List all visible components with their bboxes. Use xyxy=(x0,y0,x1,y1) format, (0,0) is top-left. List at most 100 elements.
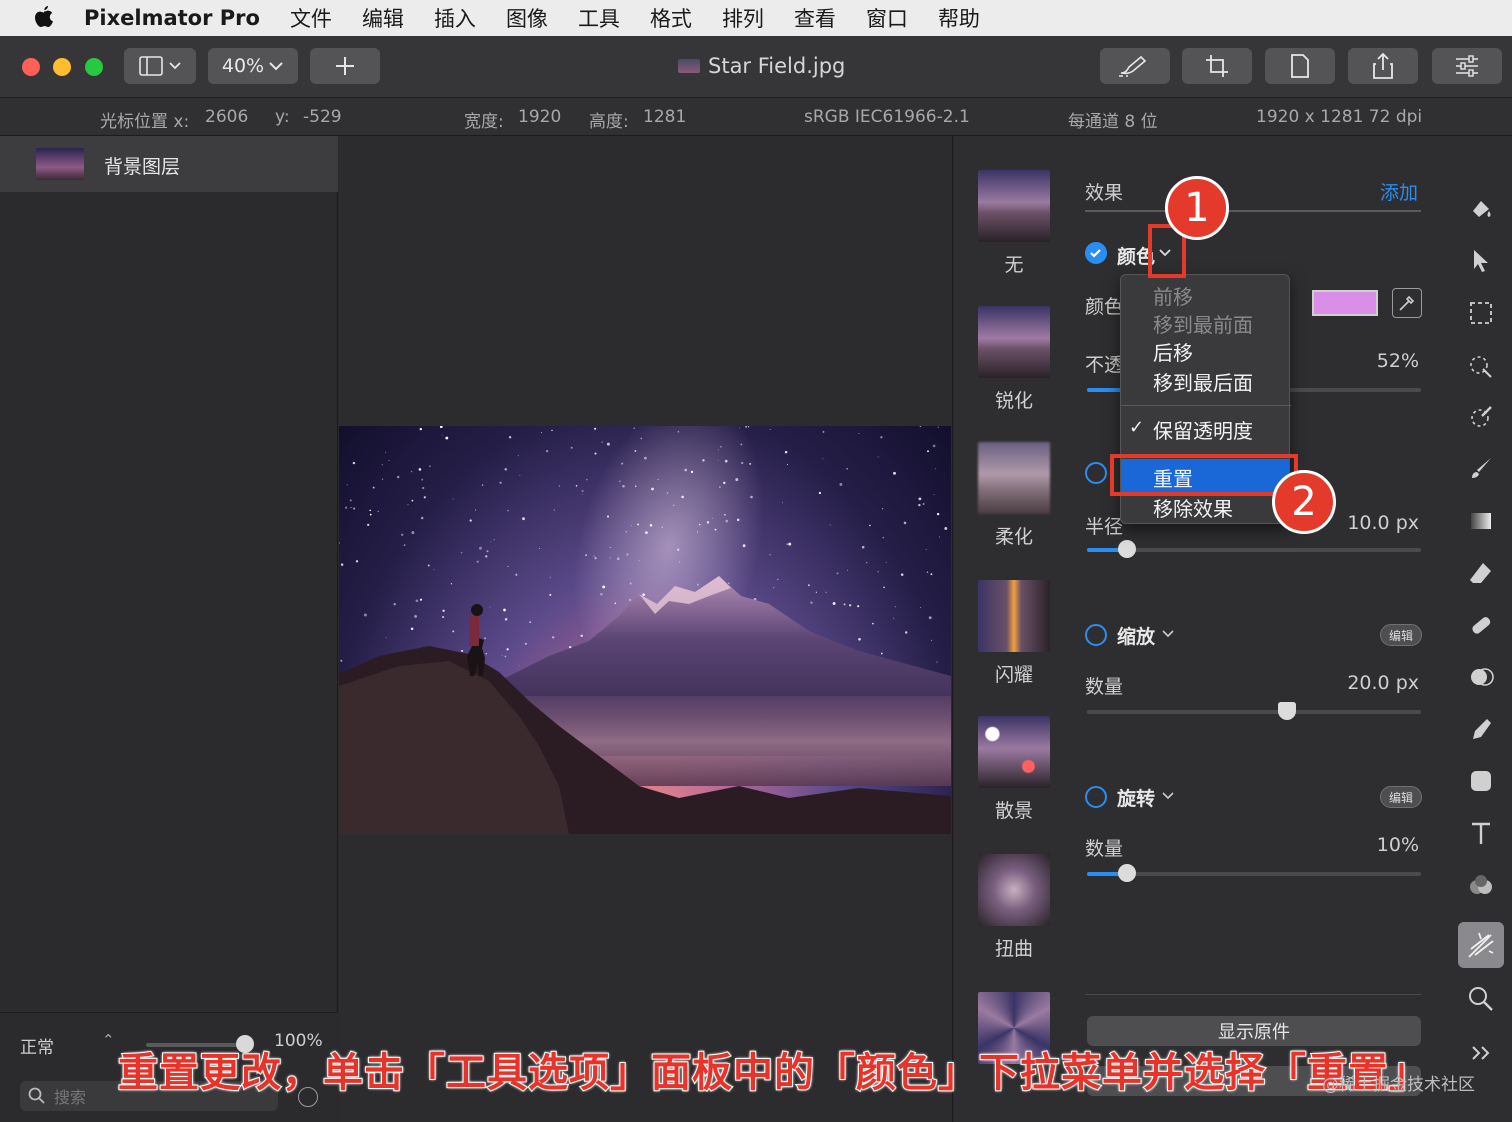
arrange-tool[interactable] xyxy=(1462,242,1500,280)
star-dot xyxy=(350,507,352,509)
zoom-effect-checkbox[interactable] xyxy=(1085,624,1107,646)
zoom-window-button[interactable] xyxy=(85,58,103,76)
share-button[interactable] xyxy=(1348,48,1418,84)
rotate-effect-checkbox[interactable] xyxy=(1085,786,1107,808)
zoom-amount-slider[interactable] xyxy=(1087,702,1421,720)
menu-item-bring-to-front: 移到最前面 xyxy=(1153,313,1253,337)
paint-tool[interactable] xyxy=(1462,450,1500,488)
width-label: 宽度: xyxy=(464,112,504,132)
plus-icon xyxy=(336,57,354,75)
rotate-amount-value: 10% xyxy=(1376,834,1419,856)
add-effect-button[interactable]: 添加 xyxy=(1380,178,1418,205)
menu-help[interactable]: 帮助 xyxy=(938,3,980,33)
chevron-down-icon[interactable] xyxy=(1162,630,1174,638)
star-dot xyxy=(741,461,744,465)
star-dot xyxy=(740,443,743,446)
effect-thumb-distort[interactable] xyxy=(978,854,1050,926)
radius-slider-knob[interactable] xyxy=(1118,540,1137,558)
magic-selection-tool[interactable] xyxy=(1462,346,1500,384)
quick-selection-tool[interactable] xyxy=(1462,398,1500,436)
rotate-effect-name[interactable]: 旋转 xyxy=(1117,784,1155,811)
magnifier-icon xyxy=(1469,987,1493,1011)
effect-thumb-soften[interactable] xyxy=(978,442,1050,514)
rotate-amount-slider[interactable] xyxy=(1087,864,1421,882)
star-dot xyxy=(829,524,831,526)
menu-format[interactable]: 格式 xyxy=(650,3,692,33)
canvas-area[interactable] xyxy=(339,136,953,1122)
document-button[interactable] xyxy=(1265,48,1335,84)
star-dot xyxy=(698,523,701,526)
retouch-tool[interactable] xyxy=(1462,606,1500,644)
erase-tool[interactable] xyxy=(1462,554,1500,592)
soften-effect-checkbox[interactable] xyxy=(1085,462,1107,484)
add-button[interactable] xyxy=(310,48,380,84)
star-dot xyxy=(369,513,372,516)
more-tools-button[interactable] xyxy=(1462,1034,1500,1072)
blend-mode-select[interactable]: 正常 xyxy=(20,1033,54,1058)
color-blend-tool[interactable] xyxy=(1462,866,1500,904)
menu-item-remove-effect[interactable]: 移除效果 xyxy=(1153,493,1233,522)
search-placeholder: 搜索 xyxy=(54,1088,87,1107)
style-tool[interactable] xyxy=(1462,190,1500,228)
zoom-select[interactable]: 40% xyxy=(208,48,298,84)
star-dot xyxy=(723,481,726,485)
effect-thumb-sharpen[interactable] xyxy=(978,306,1050,378)
menu-image[interactable]: 图像 xyxy=(506,3,548,33)
menu-edit[interactable]: 编辑 xyxy=(362,3,404,33)
menu-tools[interactable]: 工具 xyxy=(578,3,620,33)
color-adjust-tool[interactable] xyxy=(1462,658,1500,696)
close-window-button[interactable] xyxy=(22,58,40,76)
style-tool-button[interactable] xyxy=(1100,48,1170,84)
effects-tool[interactable] xyxy=(1458,922,1504,968)
rotate-edit-button[interactable]: 编辑 xyxy=(1380,786,1422,808)
effect-thumb-bokeh[interactable] xyxy=(978,716,1050,788)
effect-thumb-none[interactable] xyxy=(978,170,1050,242)
adjust-settings-button[interactable] xyxy=(1432,48,1502,84)
menu-item-send-to-back[interactable]: 移到最后面 xyxy=(1153,367,1253,396)
menu-arrange[interactable]: 排列 xyxy=(722,3,764,33)
rotate-amount-knob[interactable] xyxy=(1118,864,1137,882)
cursor-x-label: 光标位置 x: xyxy=(100,112,190,132)
minimize-window-button[interactable] xyxy=(53,58,71,76)
type-tool[interactable] xyxy=(1462,814,1500,852)
sidebar-icon xyxy=(139,56,181,76)
effect-thumb-glow[interactable] xyxy=(978,580,1050,652)
sidebar-toggle-button[interactable] xyxy=(124,48,196,84)
menu-insert[interactable]: 插入 xyxy=(434,3,476,33)
zoom-edit-button[interactable]: 编辑 xyxy=(1380,624,1422,646)
menu-window[interactable]: 窗口 xyxy=(866,3,908,33)
apple-icon[interactable] xyxy=(26,0,62,36)
magic-wand-icon xyxy=(1470,356,1492,378)
zoom-amount-knob[interactable] xyxy=(1278,702,1297,720)
star-dot xyxy=(622,485,625,488)
menu-item-preserve-transparency[interactable]: 保留透明度 xyxy=(1153,415,1253,444)
color-effect-checkbox[interactable] xyxy=(1085,242,1107,264)
gradient-tool[interactable] xyxy=(1462,502,1500,540)
menu-file[interactable]: 文件 xyxy=(290,3,332,33)
selection-tool[interactable] xyxy=(1462,294,1500,332)
blend-mode-stepper-icon[interactable]: ⌃ xyxy=(102,1031,115,1049)
radius-slider[interactable] xyxy=(1087,540,1421,558)
shape-tool[interactable] xyxy=(1462,762,1500,800)
pen-tool[interactable] xyxy=(1462,710,1500,748)
photo-artwork xyxy=(339,426,951,834)
color-swatch[interactable] xyxy=(1312,290,1378,316)
chevron-down-icon[interactable] xyxy=(1162,792,1174,800)
zoom-effect-name[interactable]: 缩放 xyxy=(1117,622,1155,649)
eyedropper-button[interactable] xyxy=(1392,288,1422,318)
star-dot xyxy=(677,431,680,433)
star-dot xyxy=(442,609,445,613)
star-dot xyxy=(925,549,927,550)
star-dot xyxy=(344,506,348,509)
crop-button[interactable] xyxy=(1182,48,1252,84)
star-dot xyxy=(661,526,663,528)
layer-row[interactable]: 背景图层 xyxy=(0,136,338,192)
menu-view[interactable]: 查看 xyxy=(794,3,836,33)
zoom-tool[interactable] xyxy=(1462,980,1500,1018)
star-dot xyxy=(849,604,852,607)
menu-item-move-backward[interactable]: 后移 xyxy=(1153,337,1193,366)
star-dot xyxy=(363,613,367,617)
star-dot xyxy=(836,572,839,575)
effects-sparkle-icon xyxy=(1468,932,1494,958)
app-menu[interactable]: Pixelmator Pro xyxy=(84,6,260,30)
